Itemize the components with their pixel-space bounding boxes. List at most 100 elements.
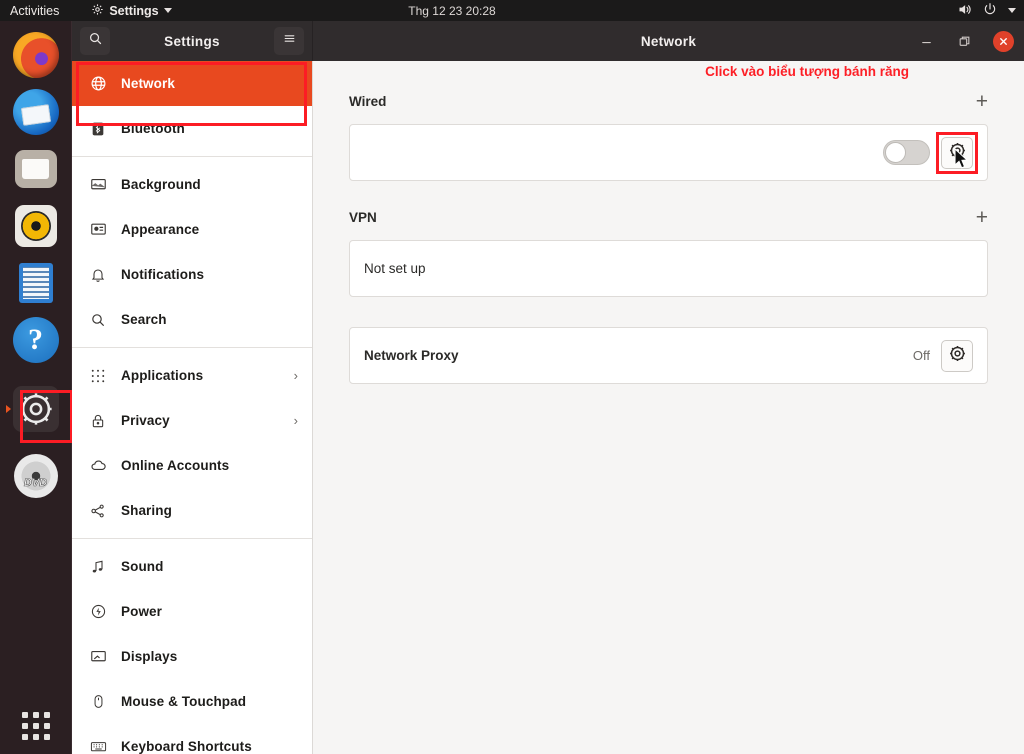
chevron-right-icon: › (294, 413, 298, 428)
sidebar-item-label: Keyboard Shortcuts (121, 739, 252, 754)
sidebar-item-bluetooth[interactable]: Bluetooth (72, 106, 312, 151)
music-note-icon (89, 558, 107, 576)
network-panel: Click vào biểu tượng bánh răng Wired + (313, 61, 1024, 754)
network-proxy-status: Off (913, 348, 930, 363)
search-icon (89, 311, 107, 329)
mouse-icon (89, 693, 107, 711)
share-icon (89, 502, 107, 520)
sidebar-item-label: Mouse & Touchpad (121, 694, 246, 709)
sidebar-item-label: Notifications (121, 267, 204, 282)
sidebar-item-power[interactable]: Power (72, 589, 312, 634)
apps-grid-dot (44, 734, 50, 740)
chevron-down-icon (1008, 8, 1016, 13)
display-icon (89, 648, 107, 666)
settings-window: Settings Network (72, 21, 1024, 754)
window-body: Network Bluetooth (72, 61, 1024, 754)
toggle-knob (885, 142, 906, 163)
sidebar-item-label: Background (121, 177, 201, 192)
sidebar-item-label: Privacy (121, 413, 170, 428)
gear-icon (948, 344, 967, 368)
apps-grid-dot (22, 734, 28, 740)
wired-section-header: Wired + (349, 87, 988, 115)
add-wired-button[interactable]: + (976, 91, 988, 112)
vpn-title: VPN (349, 210, 377, 225)
minimize-button[interactable] (917, 32, 935, 50)
wired-settings-button[interactable] (941, 137, 973, 169)
desktop-screen: Activities Settings Thg 12 23 20:28 (0, 0, 1024, 754)
vpn-card: Not set up (349, 240, 988, 297)
sidebar-item-label: Applications (121, 368, 203, 383)
network-proxy-card[interactable]: Network Proxy Off (349, 327, 988, 384)
content-header: Network (313, 21, 1024, 61)
volume-icon (957, 2, 972, 20)
power-icon (983, 2, 997, 19)
wired-row-controls (883, 137, 973, 169)
sidebar-item-mouse-touchpad[interactable]: Mouse & Touchpad (72, 679, 312, 724)
bell-icon (89, 266, 107, 284)
help-glyph: ? (28, 323, 43, 357)
window-controls (917, 31, 1014, 52)
ubuntu-dock: ? DVD (0, 21, 72, 754)
annotation-text: Click vào biểu tượng bánh răng (705, 64, 909, 79)
sidebar-item-label: Displays (121, 649, 177, 664)
gear-icon (91, 3, 104, 19)
system-status-area[interactable] (957, 2, 1016, 20)
search-button[interactable] (80, 27, 110, 55)
main-menu-button[interactable] (274, 27, 304, 55)
dock-item-files[interactable] (12, 145, 60, 193)
sidebar-item-displays[interactable]: Displays (72, 634, 312, 679)
dock-item-rhythmbox[interactable] (12, 202, 60, 250)
close-button[interactable] (993, 31, 1014, 52)
sidebar-item-sound[interactable]: Sound (72, 544, 312, 589)
wired-card (349, 124, 988, 181)
dock-item-libreoffice-writer[interactable] (12, 259, 60, 307)
dock-item-thunderbird[interactable] (12, 88, 60, 136)
app-menu-button[interactable]: Settings (91, 3, 171, 19)
sidebar-item-applications[interactable]: Applications › (72, 353, 312, 398)
search-icon (88, 31, 103, 51)
dock-item-firefox[interactable] (12, 31, 60, 79)
maximize-button[interactable] (955, 32, 973, 50)
settings-sidebar: Network Bluetooth (72, 61, 313, 754)
background-icon (89, 176, 107, 194)
network-proxy-settings-button[interactable] (941, 340, 973, 372)
wired-toggle[interactable] (883, 140, 930, 165)
sidebar-item-sharing[interactable]: Sharing (72, 488, 312, 533)
sidebar-item-label: Online Accounts (121, 458, 229, 473)
sidebar-item-background[interactable]: Background (72, 162, 312, 207)
sidebar-title: Settings (110, 34, 274, 49)
dock-item-help[interactable]: ? (12, 316, 60, 364)
sidebar-item-label: Power (121, 604, 162, 619)
sidebar-item-notifications[interactable]: Notifications (72, 252, 312, 297)
help-icon: ? (13, 317, 59, 363)
sidebar-item-privacy[interactable]: Privacy › (72, 398, 312, 443)
show-applications-button[interactable] (22, 712, 50, 740)
add-vpn-button[interactable]: + (976, 207, 988, 228)
keyboard-icon (89, 738, 107, 754)
sidebar-item-search[interactable]: Search (72, 297, 312, 342)
files-icon (15, 150, 57, 188)
dvd-label: DVD (24, 477, 47, 489)
apps-grid-dot (33, 712, 39, 718)
sidebar-item-label: Sharing (121, 503, 172, 518)
apps-grid-dot (33, 734, 39, 740)
hamburger-menu-icon (282, 32, 297, 50)
sidebar-item-appearance[interactable]: Appearance (72, 207, 312, 252)
sidebar-item-keyboard-shortcuts[interactable]: Keyboard Shortcuts (72, 724, 312, 754)
network-proxy-row: Network Proxy Off (350, 328, 987, 383)
bluetooth-icon (89, 120, 107, 138)
activities-button[interactable]: Activities (0, 4, 59, 18)
dvd-icon: DVD (14, 454, 58, 498)
firefox-icon (13, 32, 59, 78)
sidebar-item-label: Sound (121, 559, 164, 574)
apps-grid-dot (22, 723, 28, 729)
sidebar-separator (72, 156, 312, 157)
dock-item-dvd[interactable]: DVD (12, 452, 60, 500)
sidebar-item-label: Network (121, 76, 175, 91)
clock[interactable]: Thg 12 23 20:28 (352, 4, 552, 18)
network-proxy-controls: Off (913, 340, 973, 372)
network-proxy-label: Network Proxy (364, 348, 459, 363)
dock-item-settings[interactable] (12, 385, 60, 433)
sidebar-item-network[interactable]: Network (72, 61, 312, 106)
sidebar-item-online-accounts[interactable]: Online Accounts (72, 443, 312, 488)
